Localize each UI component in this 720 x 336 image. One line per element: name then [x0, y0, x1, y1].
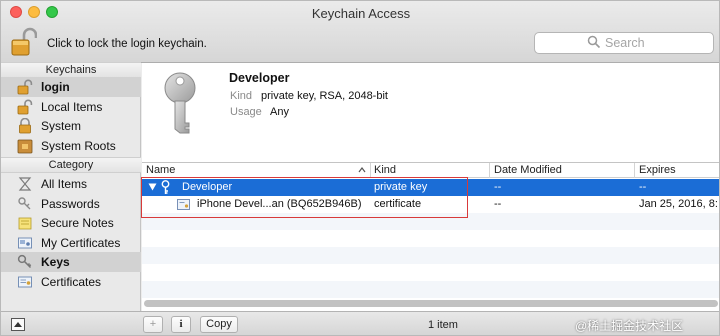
sidebar-item-system[interactable]: System — [1, 116, 141, 136]
lock-icon — [19, 118, 31, 134]
keychain-access-window: Keychain Access Click to lock the login … — [0, 0, 720, 336]
column-header-expires[interactable]: Expires — [639, 164, 676, 176]
column-header-kind[interactable]: Kind — [374, 164, 396, 176]
info-button[interactable]: i — [171, 316, 191, 333]
window-title: Keychain Access — [311, 6, 411, 21]
item-detail-panel: Developer Kind private key, RSA, 2048-bi… — [142, 63, 719, 163]
empty-row — [142, 213, 719, 230]
sidebar-item-certificates[interactable]: Certificates — [1, 272, 141, 292]
search-icon — [587, 35, 601, 49]
cell-expires: Jan 25, 2016, 8: — [639, 198, 718, 210]
cell-date-modified: -- — [494, 198, 502, 210]
cell-expires: -- — [639, 181, 647, 193]
cell-name: iPhone Devel...an (BQ652B946B) — [197, 198, 362, 210]
sidebar-item-keys[interactable]: Keys — [1, 252, 141, 272]
sidebar-item-label: System Roots — [41, 138, 116, 153]
items-table: Name Kind Date Modified Expires Develope… — [142, 163, 719, 311]
table-row[interactable]: Developer private key -- -- — [142, 179, 719, 196]
key-icon — [161, 180, 170, 194]
lock-open-icon — [17, 79, 33, 95]
add-item-button[interactable]: + — [143, 316, 163, 333]
empty-row — [142, 230, 719, 247]
empty-row — [142, 281, 719, 298]
sidebar-item-passwords[interactable]: Passwords — [1, 194, 141, 214]
column-header-name[interactable]: Name — [146, 164, 175, 176]
watermark-text: @稀土掘金技术社区 — [575, 319, 684, 333]
lock-open-icon[interactable] — [11, 27, 37, 57]
kind-value: private key, RSA, 2048-bit — [261, 90, 388, 102]
column-header-date-modified[interactable]: Date Modified — [494, 164, 562, 176]
sidebar-item-label: All Items — [41, 177, 88, 191]
table-row[interactable]: iPhone Devel...an (BQ652B946B) certifica… — [142, 196, 719, 213]
key-icon — [164, 72, 196, 134]
horizontal-scrollbar[interactable] — [144, 300, 718, 307]
cell-kind: certificate — [374, 198, 422, 210]
my-certificates-icon — [18, 237, 32, 248]
sidebar-item-my-certificates[interactable]: My Certificates — [1, 233, 141, 253]
cabinet-lock-icon — [17, 139, 33, 153]
item-name: Developer — [229, 71, 290, 85]
sidebar: Keychains login Local Items System Syste… — [1, 62, 141, 311]
table-header: Name Kind Date Modified Expires — [142, 163, 719, 178]
search-placeholder: Search — [605, 36, 645, 50]
sidebar-item-label: login — [41, 80, 70, 94]
certificate-icon — [177, 199, 190, 210]
item-count: 1 item — [428, 319, 458, 331]
usage-label: Usage — [230, 106, 262, 118]
sidebar-item-label: Certificates — [41, 274, 102, 289]
certificate-icon — [18, 276, 32, 287]
kind-label: Kind — [230, 90, 253, 102]
column-divider[interactable] — [489, 163, 490, 178]
secure-notes-icon — [18, 217, 32, 230]
sidebar-item-secure-notes[interactable]: Secure Notes — [1, 213, 141, 233]
column-divider[interactable] — [634, 163, 635, 178]
keychains-header: Keychains — [1, 62, 141, 78]
sidebar-toggle-icon[interactable] — [11, 318, 25, 331]
key-icon — [17, 254, 32, 269]
cell-name: Developer — [182, 181, 233, 193]
sidebar-item-label: Passwords — [41, 196, 100, 211]
lock-open-icon — [17, 99, 33, 114]
category-header: Category — [1, 157, 141, 173]
usage-value: Any — [270, 106, 289, 118]
sort-ascending-icon[interactable] — [358, 167, 366, 173]
empty-row — [142, 247, 719, 264]
all-items-icon — [18, 177, 32, 191]
sidebar-item-label: Secure Notes — [41, 216, 114, 230]
sidebar-item-local-items[interactable]: Local Items — [1, 97, 141, 117]
cell-date-modified: -- — [494, 181, 502, 193]
column-divider[interactable] — [370, 163, 371, 178]
cell-kind: private key — [374, 181, 428, 193]
sidebar-item-label: System — [41, 119, 82, 133]
passwords-icon — [18, 196, 31, 209]
lock-keychain-text[interactable]: Click to lock the login keychain. — [47, 38, 207, 50]
sidebar-item-label: My Certificates — [41, 235, 121, 250]
sidebar-item-label: Local Items — [41, 99, 103, 114]
sidebar-item-label: Keys — [41, 255, 70, 269]
sidebar-item-login[interactable]: login — [1, 77, 141, 97]
title-bar: Keychain Access Click to lock the login … — [1, 1, 719, 63]
empty-row — [142, 264, 719, 281]
sidebar-item-system-roots[interactable]: System Roots — [1, 136, 141, 156]
copy-button[interactable]: Copy — [200, 316, 238, 333]
disclosure-triangle-icon[interactable] — [148, 183, 157, 191]
sidebar-item-all-items[interactable]: All Items — [1, 174, 141, 194]
